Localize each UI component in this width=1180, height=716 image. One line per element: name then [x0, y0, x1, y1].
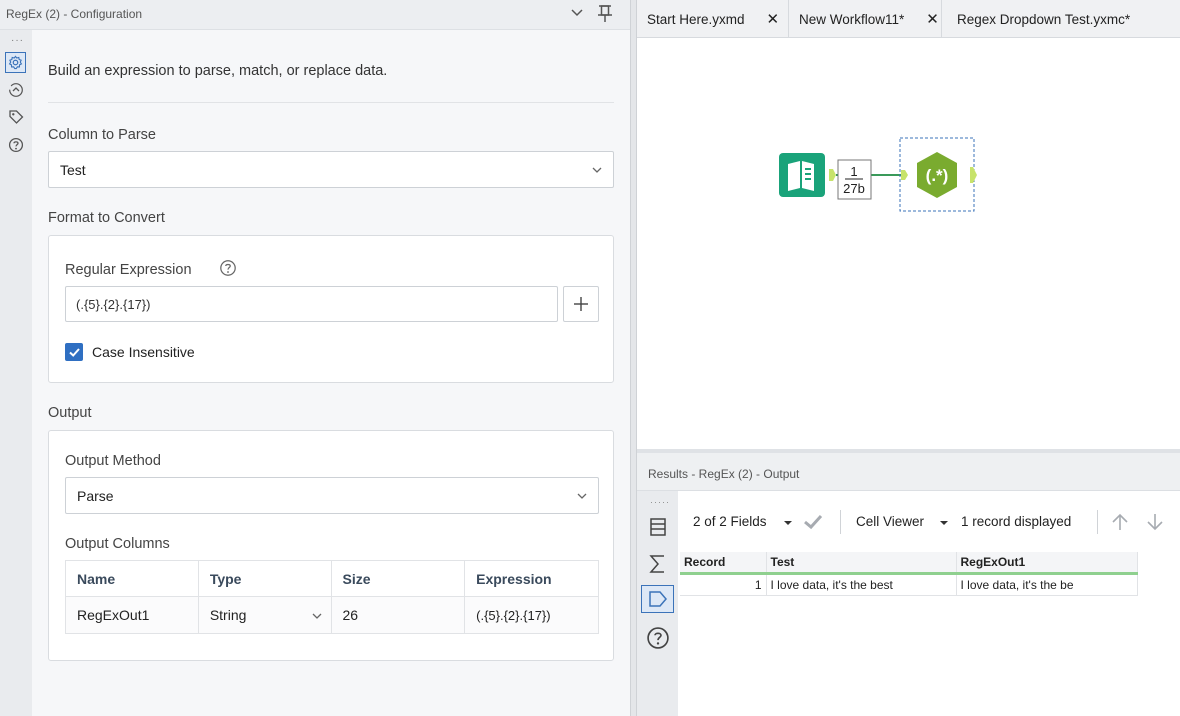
checkmark-icon[interactable]: [802, 513, 824, 531]
column-type-value: String: [209, 607, 247, 623]
output-method-select[interactable]: Parse: [65, 477, 599, 514]
column-name-cell[interactable]: RegExOut1: [65, 596, 199, 634]
output-method-label: Output Method: [65, 453, 161, 469]
help-icon[interactable]: [5, 134, 26, 155]
output-label: Output: [48, 405, 92, 421]
column-expression-cell: (.{5}.{2}.{17}): [464, 596, 599, 634]
column-size-cell[interactable]: 26: [330, 596, 466, 634]
drag-grip-icon[interactable]: ···: [11, 36, 24, 46]
output-method-value: Parse: [77, 488, 114, 504]
config-body: Build an expression to parse, match, or …: [32, 30, 630, 716]
close-icon[interactable]: ✕: [926, 10, 939, 28]
results-toolbar: 2 of 2 Fields Cell Viewer 1 record displ…: [678, 506, 1180, 536]
case-insensitive-checkbox[interactable]: [65, 343, 83, 361]
tag-icon: [649, 591, 667, 607]
record-number-cell[interactable]: 1: [680, 573, 767, 596]
config-header: RegEx (2) - Configuration: [0, 0, 630, 30]
tool-annotation-icon[interactable]: [5, 79, 26, 100]
add-token-button[interactable]: [563, 286, 599, 322]
panel-splitter[interactable]: [630, 0, 637, 716]
record-count-label: 1 record displayed: [961, 514, 1072, 529]
results-header-regexout1[interactable]: RegExOut1: [956, 552, 1138, 575]
results-header: Results - RegEx (2) - Output: [637, 453, 1180, 491]
column-to-parse-value: Test: [60, 162, 86, 178]
workflow-tab-bar: Start Here.yxmd ✕ New Workflow11* ✕ Rege…: [637, 0, 1180, 38]
output-card: Output Method Parse Output Columns Name …: [48, 430, 614, 661]
arrow-down-icon[interactable]: [1145, 512, 1165, 532]
column-to-parse-select[interactable]: Test: [48, 151, 614, 188]
column-header-name[interactable]: Name: [65, 560, 199, 597]
record-count-text: 1: [850, 164, 857, 179]
cell-viewer-selector[interactable]: Cell Viewer: [856, 514, 924, 529]
help-icon[interactable]: [646, 626, 670, 650]
help-icon[interactable]: [219, 259, 237, 277]
checkmark-icon: [68, 347, 80, 357]
table-row[interactable]: 1 I love data, it's the best I love data…: [680, 573, 1138, 596]
chevron-down-icon[interactable]: [569, 5, 585, 21]
gear-icon[interactable]: [5, 52, 26, 73]
regex-tool-icon[interactable]: (.*): [901, 152, 977, 198]
results-header-test[interactable]: Test: [766, 552, 957, 575]
test-cell[interactable]: I love data, it's the best: [766, 573, 957, 596]
tab-label: New Workflow11*: [799, 11, 905, 27]
regular-expression-label: Regular Expression: [65, 262, 192, 278]
workflow-graph: 1 27b (.*): [779, 137, 977, 212]
chevron-down-icon: [592, 167, 602, 173]
results-header-record[interactable]: Record: [680, 552, 767, 575]
table-header-row: Record Test RegExOut1: [680, 552, 1138, 575]
plus-icon: [574, 297, 588, 311]
regexout1-cell[interactable]: I love data, it's the be: [956, 573, 1138, 596]
connection-record-count: 1 27b: [837, 159, 872, 200]
results-title: Results - RegEx (2) - Output: [648, 467, 800, 481]
column-to-parse-label: Column to Parse: [48, 127, 156, 143]
configuration-panel: RegEx (2) - Configuration ··· Build an e…: [0, 0, 630, 716]
config-title: RegEx (2) - Configuration: [6, 7, 143, 21]
format-to-convert-card: Regular Expression (.{5}.{2}.{17}) Case …: [48, 235, 614, 383]
toolbar-separator: [1097, 510, 1098, 534]
output-columns-table: Name Type Size Expression RegExOut1 Stri…: [65, 560, 599, 634]
column-header-type[interactable]: Type: [197, 560, 332, 597]
table-header-row: Name Type Size Expression: [65, 560, 599, 597]
close-icon[interactable]: ✕: [767, 10, 780, 28]
table-view-icon[interactable]: [647, 516, 669, 538]
fields-selector[interactable]: 2 of 2 Fields: [693, 514, 767, 529]
chevron-down-icon: [577, 493, 587, 499]
tab-label: Regex Dropdown Test.yxmc*: [957, 11, 1131, 27]
tab-start-here[interactable]: Start Here.yxmd ✕: [637, 0, 789, 38]
tab-new-workflow11[interactable]: New Workflow11* ✕: [789, 0, 942, 38]
regex-input-value: (.{5}.{2}.{17}): [76, 297, 151, 312]
config-icon-rail: ···: [0, 30, 32, 716]
caret-down-icon[interactable]: [784, 519, 792, 527]
results-icon-rail: ·····: [637, 491, 678, 716]
drag-grip-icon[interactable]: ·····: [650, 497, 670, 507]
output-columns-label: Output Columns: [65, 536, 170, 552]
caret-down-icon[interactable]: [940, 519, 948, 527]
case-insensitive-label: Case Insensitive: [92, 344, 195, 360]
regex-input[interactable]: (.{5}.{2}.{17}): [65, 286, 558, 322]
table-row: RegExOut1 String 26 (.{5}.{2}.{17}): [65, 596, 599, 634]
column-header-expression[interactable]: Expression: [464, 560, 599, 597]
svg-text:(.*): (.*): [926, 166, 949, 185]
toolbar-separator: [840, 510, 841, 534]
workflow-canvas[interactable]: 1 27b (.*): [637, 39, 1180, 449]
format-to-convert-label: Format to Convert: [48, 210, 165, 226]
chevron-down-icon: [312, 613, 321, 619]
results-table: Record Test RegExOut1 1 I love data, it'…: [680, 552, 1138, 596]
pin-icon[interactable]: [596, 3, 614, 23]
input-data-tool-icon[interactable]: [779, 153, 836, 197]
results-main: 2 of 2 Fields Cell Viewer 1 record displ…: [678, 491, 1180, 716]
column-header-size[interactable]: Size: [330, 560, 466, 597]
metadata-tab[interactable]: [641, 585, 674, 613]
tag-icon[interactable]: [5, 106, 26, 127]
divider: [48, 102, 614, 103]
arrow-up-icon[interactable]: [1110, 512, 1130, 532]
record-size-text: 27b: [843, 181, 865, 196]
tab-regex-dropdown-test[interactable]: Regex Dropdown Test.yxmc*: [942, 0, 1180, 38]
tab-label: Start Here.yxmd: [647, 11, 745, 27]
summary-icon[interactable]: [647, 553, 669, 575]
column-type-cell[interactable]: String: [197, 596, 332, 634]
tool-description: Build an expression to parse, match, or …: [48, 63, 388, 79]
